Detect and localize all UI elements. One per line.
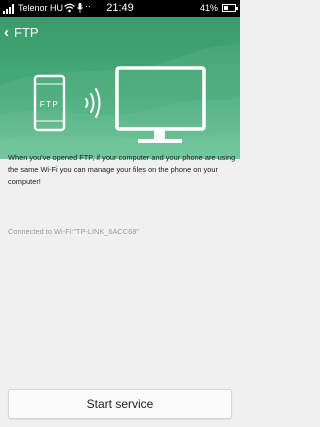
wifi-connection-status: Connected to Wi-Fi:"TP-LINK_6ACC68" <box>8 227 139 236</box>
chevron-left-icon: ‹ <box>4 23 9 41</box>
battery-percent: 41% <box>199 3 218 13</box>
ftp-screen: Telenor HU ·· 21:49 41% FTP ‹ FTP When y… <box>0 0 240 427</box>
back-button[interactable]: ‹ FTP <box>4 21 54 43</box>
hero-banner: FTP ‹ FTP <box>0 17 240 159</box>
page-title: FTP <box>14 24 39 40</box>
status-bar: Telenor HU ·· 21:49 41% <box>0 0 240 17</box>
ftp-description: When you've opened FTP, if your computer… <box>8 153 236 186</box>
battery-icon <box>222 4 238 12</box>
start-service-button[interactable]: Start service <box>8 389 232 419</box>
phone-screen-label: FTP <box>40 100 60 109</box>
battery-fill <box>224 6 228 10</box>
